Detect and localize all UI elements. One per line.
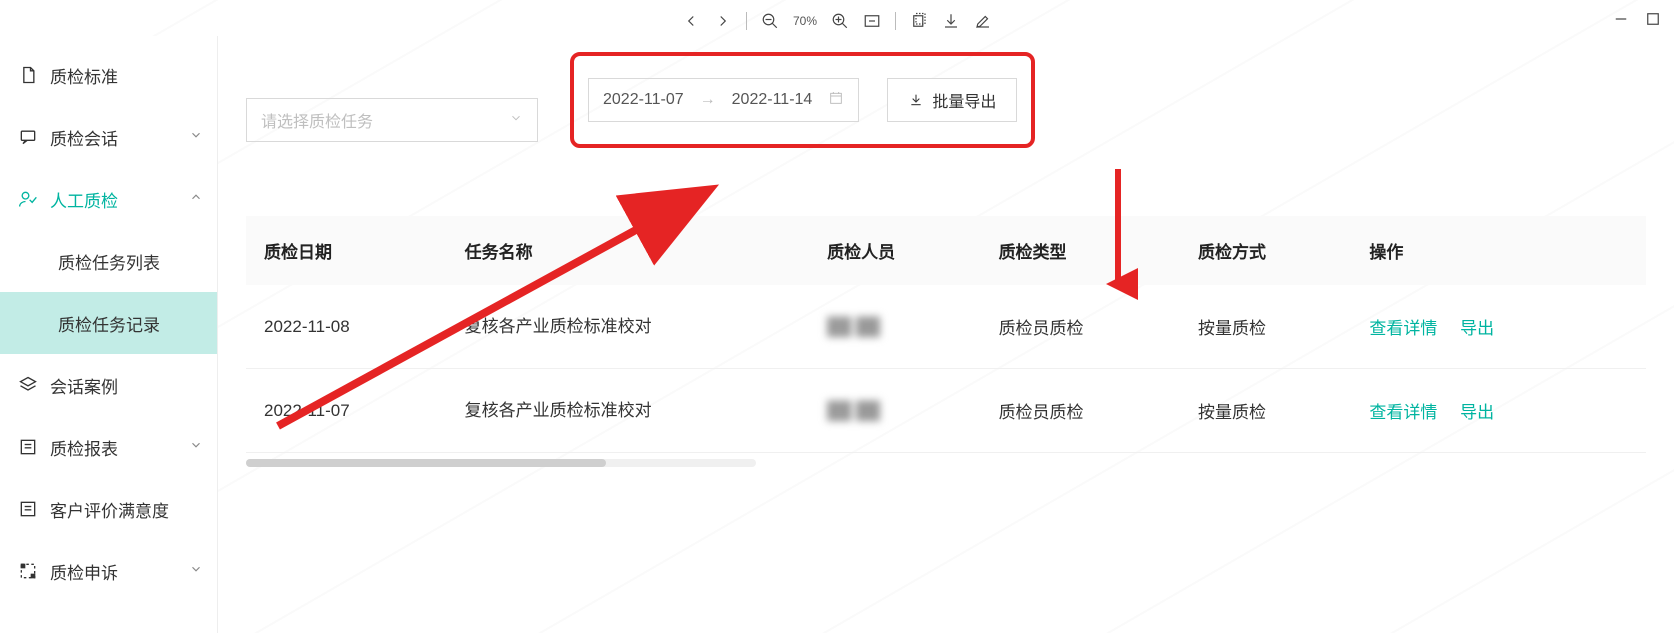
viewer-toolbar: 70%: [0, 0, 1674, 36]
col-type: 质检类型: [981, 216, 1180, 285]
export-link[interactable]: 导出: [1460, 403, 1494, 422]
chevron-up-icon: [189, 189, 203, 209]
fit-width-icon[interactable]: [863, 12, 881, 30]
sidebar-item-label: 会话案例: [50, 373, 118, 398]
zoom-out-icon[interactable]: [761, 12, 779, 30]
col-task: 任务名称: [447, 216, 810, 285]
cell-ops: 查看详情 导出: [1351, 369, 1646, 453]
sidebar-item-label: 客户评价满意度: [50, 497, 169, 522]
chevron-down-icon: [509, 111, 523, 130]
sidebar-item-csat[interactable]: 客户评价满意度: [0, 478, 217, 540]
sidebar-item-label: 人工质检: [50, 187, 118, 212]
prev-icon[interactable]: [682, 12, 700, 30]
cell-method: 按量质检: [1180, 285, 1351, 369]
records-table: 质检日期 任务名称 质检人员 质检类型 质检方式 操作 2022-11-08 复…: [246, 216, 1646, 453]
sidebar-item-appeal[interactable]: 质检申诉: [0, 540, 217, 602]
col-date: 质检日期: [246, 216, 447, 285]
sidebar-item-label: 质检任务记录: [58, 311, 160, 336]
col-ops: 操作: [1351, 216, 1646, 285]
annotation-highlight-box: 2022-11-07 → 2022-11-14 批量导出: [570, 52, 1035, 148]
bulk-export-label: 批量导出: [932, 88, 996, 112]
sidebar-item-manual-qc[interactable]: 人工质检: [0, 168, 217, 230]
download-icon[interactable]: [942, 12, 960, 30]
cell-task: 复核各产业质检标准校对: [447, 369, 810, 453]
view-detail-link[interactable]: 查看详情: [1369, 319, 1437, 338]
sidebar-item-label: 质检会话: [50, 125, 118, 150]
download-icon: [908, 92, 924, 108]
list-icon: [18, 437, 38, 457]
main-content: 请选择质检任务 2022-11-07 → 2022-11-14 批量导出: [218, 36, 1674, 633]
sidebar-item-label: 质检标准: [50, 63, 118, 88]
sidebar-item-label: 质检任务列表: [58, 249, 160, 274]
horizontal-scrollbar[interactable]: [246, 459, 756, 467]
cell-date: 2022-11-07: [246, 369, 447, 453]
filters-row: 请选择质检任务 2022-11-07 → 2022-11-14 批量导出: [246, 72, 1646, 168]
sidebar-item-standard[interactable]: 质检标准: [0, 44, 217, 106]
zoom-in-icon[interactable]: [831, 12, 849, 30]
sidebar-item-report[interactable]: 质检报表: [0, 416, 217, 478]
cell-type: 质检员质检: [981, 285, 1180, 369]
arrow-right-icon: →: [700, 91, 716, 109]
date-end: 2022-11-14: [732, 91, 813, 109]
chevron-down-icon: [189, 127, 203, 147]
cell-person: ██ ██: [809, 285, 980, 369]
table-row: 2022-11-07 复核各产业质检标准校对 ██ ██ 质检员质检 按量质检 …: [246, 369, 1646, 453]
cell-person: ██ ██: [809, 369, 980, 453]
chevron-down-icon: [189, 437, 203, 457]
person-check-icon: [18, 189, 38, 209]
sidebar-item-label: 质检报表: [50, 435, 118, 460]
cell-ops: 查看详情 导出: [1351, 285, 1646, 369]
export-link[interactable]: 导出: [1460, 319, 1494, 338]
date-start: 2022-11-07: [603, 91, 684, 109]
maximize-icon[interactable]: [1644, 10, 1662, 28]
sidebar-item-task-records[interactable]: 质检任务记录: [0, 292, 217, 354]
col-person: 质检人员: [809, 216, 980, 285]
sidebar-item-case[interactable]: 会话案例: [0, 354, 217, 416]
edit-icon[interactable]: [974, 12, 992, 30]
rotate-icon[interactable]: [910, 12, 928, 30]
cell-date: 2022-11-08: [246, 285, 447, 369]
sidebar-item-label: 质检申诉: [50, 559, 118, 584]
chevron-down-icon: [189, 561, 203, 581]
calendar-icon: [828, 90, 844, 111]
sidebar: 质检标准 质检会话 人工质检 质检任务列表 质检任务记录 会话案例 质检报表: [0, 36, 218, 633]
sidebar-item-task-list[interactable]: 质检任务列表: [0, 230, 217, 292]
chat-icon: [18, 127, 38, 147]
zoom-level: 70%: [793, 14, 817, 28]
cell-task: 复核各产业质检标准校对: [447, 285, 810, 369]
minimize-icon[interactable]: [1612, 10, 1630, 28]
view-detail-link[interactable]: 查看详情: [1369, 403, 1437, 422]
cell-method: 按量质检: [1180, 369, 1351, 453]
task-select-placeholder: 请选择质检任务: [261, 108, 373, 132]
col-method: 质检方式: [1180, 216, 1351, 285]
sidebar-item-session[interactable]: 质检会话: [0, 106, 217, 168]
list-icon: [18, 499, 38, 519]
stack-icon: [18, 375, 38, 395]
file-icon: [18, 65, 38, 85]
table-row: 2022-11-08 复核各产业质检标准校对 ██ ██ 质检员质检 按量质检 …: [246, 285, 1646, 369]
next-icon[interactable]: [714, 12, 732, 30]
bounds-icon: [18, 561, 38, 581]
date-range-picker[interactable]: 2022-11-07 → 2022-11-14: [588, 78, 859, 122]
task-select[interactable]: 请选择质检任务: [246, 98, 538, 142]
bulk-export-button[interactable]: 批量导出: [887, 78, 1017, 122]
cell-type: 质检员质检: [981, 369, 1180, 453]
